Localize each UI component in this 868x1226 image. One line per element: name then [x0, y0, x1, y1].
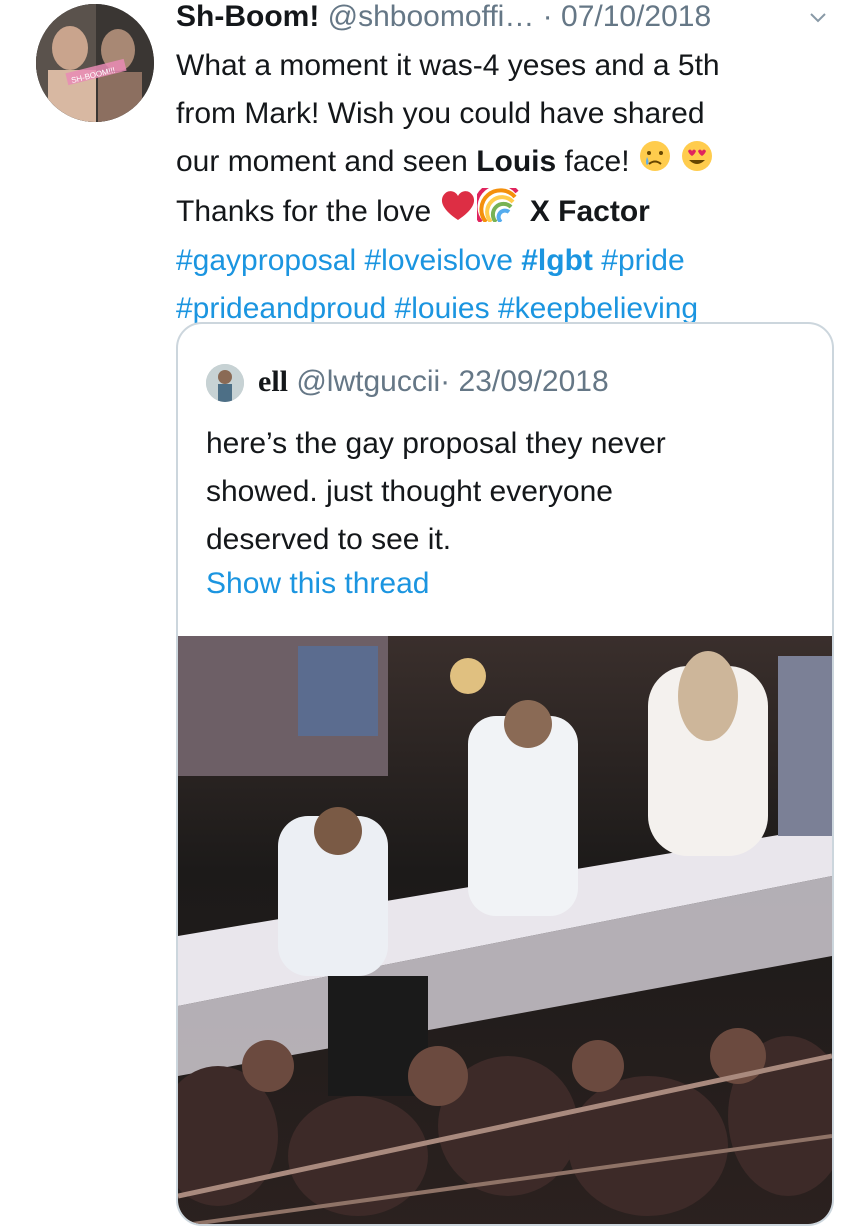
hashtag-link[interactable]: #louies — [395, 292, 490, 325]
heart-eyes-emoji — [680, 139, 714, 188]
display-name[interactable]: Sh-Boom! — [176, 0, 319, 33]
rainbow-emoji — [474, 181, 521, 237]
tweet-line: from Mark! Wish you could have shared — [176, 97, 705, 130]
quoted-line: deserved to see it. — [206, 523, 452, 556]
quoted-tweet-text: here’s the gay proposal they never showe… — [206, 420, 806, 564]
tweet-date[interactable]: 07/10/2018 — [561, 0, 711, 33]
separator: · — [440, 365, 451, 398]
hashtag-link[interactable]: #gayproposal — [176, 244, 356, 277]
quoted-tweet-header: ell @lwtguccii· 23/09/2018 — [206, 362, 609, 403]
quoted-avatar[interactable] — [206, 364, 244, 403]
quoted-handle[interactable]: @lwtguccii — [296, 365, 440, 398]
show-thread-link[interactable]: Show this thread — [206, 564, 429, 604]
quoted-line: showed. just thought everyone — [206, 475, 613, 508]
hashtag-link[interactable]: #pride — [601, 244, 684, 277]
bold-mention: Louis — [476, 145, 557, 178]
chevron-down-icon[interactable] — [808, 8, 828, 28]
tweet-header: Sh-Boom! @shboomoffi… · 07/10/2018 — [176, 0, 711, 36]
red-heart-emoji — [439, 188, 477, 237]
tweet-line: Thanks for the love X Factor — [176, 181, 856, 238]
x-factor-text: X Factor — [529, 194, 650, 228]
tweet-line: What a moment it was-4 yeses and a 5th — [176, 49, 720, 82]
quoted-line: here’s the gay proposal they never — [206, 427, 666, 460]
quoted-date[interactable]: 23/09/2018 — [459, 365, 609, 398]
avatar[interactable]: SH-BOOM!!! — [36, 4, 154, 122]
tweet-line: our moment and seen Louis face! — [176, 138, 856, 188]
hashtag-link[interactable]: #keepbelieving — [498, 292, 698, 325]
quoted-tweet-card[interactable]: ell @lwtguccii· 23/09/2018 here’s the ga… — [176, 322, 834, 1226]
hashtag-link[interactable]: #prideandproud — [176, 292, 386, 325]
quoted-display-name[interactable]: ell — [258, 365, 288, 398]
crying-face-emoji — [638, 139, 672, 188]
tweet-text: What a moment it was-4 yeses and a 5th f… — [176, 42, 856, 333]
separator: · — [542, 0, 553, 33]
hashtag-link[interactable]: #loveislove — [364, 244, 512, 277]
handle[interactable]: @shboomoffi… — [328, 0, 535, 33]
video-thumbnail[interactable] — [178, 636, 832, 1224]
hashtag-link[interactable]: #lgbt — [521, 244, 593, 277]
hashtag-line: #gayproposal #loveislove #lgbt #pride — [176, 237, 856, 285]
